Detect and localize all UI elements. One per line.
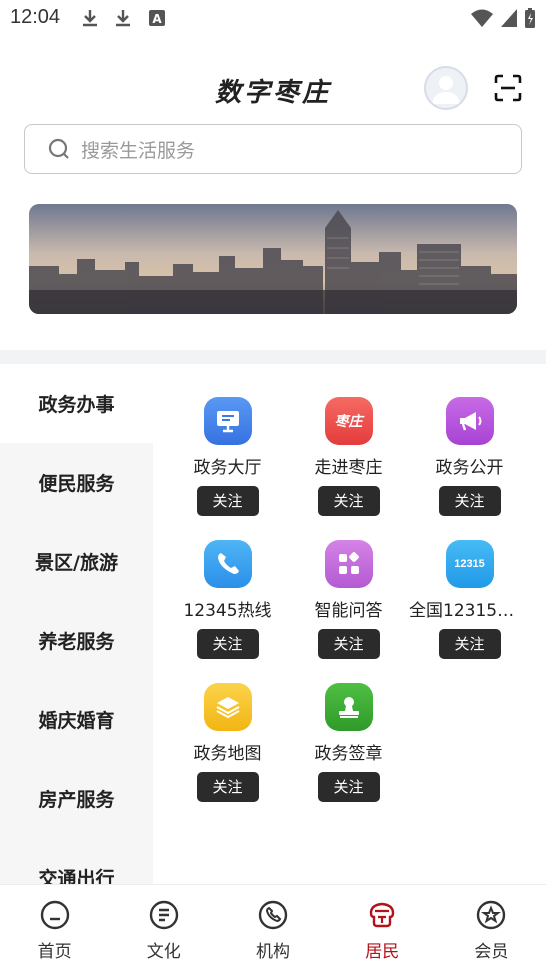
nav-item-resident[interactable]: 居民: [328, 885, 437, 972]
download-icon: [116, 10, 130, 27]
follow-button[interactable]: 关注: [438, 629, 501, 659]
resident-icon: [370, 902, 395, 928]
megaphone-icon: [445, 397, 494, 445]
nav-label: 首页: [37, 942, 72, 962]
zaozhuang-icon: 枣庄: [324, 397, 373, 445]
city-banner[interactable]: [29, 204, 517, 314]
nav-item-institution[interactable]: 机构: [218, 885, 327, 972]
sidebar-item-real-estate[interactable]: 房产服务: [0, 759, 153, 838]
home-icon: [40, 900, 69, 930]
status-time: 12:04: [10, 6, 61, 28]
culture-icon: [149, 900, 178, 930]
service-item[interactable]: 政务签章 关注: [288, 650, 409, 802]
sidebar-item-convenience[interactable]: 便民服务: [0, 443, 153, 522]
city-skyline-image: [29, 204, 517, 314]
sidebar-item-label: 婚庆婚育: [38, 710, 115, 732]
search-placeholder: 搜索生活服务: [81, 139, 196, 162]
sidebar-item-label: 养老服务: [38, 631, 115, 653]
service-item[interactable]: 12345热线 关注: [167, 507, 288, 659]
monitor-icon: [203, 397, 252, 445]
nav-item-home[interactable]: 首页: [0, 885, 109, 972]
battery-icon: [525, 8, 535, 28]
nav-item-member[interactable]: 会员: [437, 885, 546, 972]
service-item[interactable]: 政务地图 关注: [167, 650, 288, 802]
scan-icon[interactable]: [494, 74, 522, 102]
stamp-icon: [324, 683, 373, 731]
layers-icon: [203, 683, 252, 731]
search-icon: [48, 138, 69, 159]
wifi-icon: [471, 9, 493, 27]
service-item[interactable]: 政务大厅 关注: [167, 364, 288, 516]
member-icon: [477, 900, 506, 930]
sidebar-item-gov-affairs[interactable]: 政务办事: [0, 364, 153, 443]
zaozhuang-icon-text: 枣庄: [334, 414, 363, 430]
sidebar-item-transport[interactable]: 交通出行: [0, 838, 153, 884]
avatar[interactable]: [424, 66, 468, 110]
section-divider: [0, 350, 546, 364]
user-avatar-icon: [432, 76, 460, 104]
category-sidebar: 政务办事 便民服务 景区/旅游 养老服务 婚庆婚育 房产服务 交通出行: [0, 364, 153, 884]
sidebar-item-label: 房产服务: [38, 789, 115, 811]
follow-button[interactable]: 关注: [317, 772, 380, 802]
nav-label: 会员: [474, 942, 509, 962]
service-item[interactable]: 智能问答 关注: [288, 507, 409, 659]
service-label: 12345热线: [183, 601, 272, 621]
sidebar-item-label: 交通出行: [38, 868, 115, 884]
service-item[interactable]: 政务公开 关注: [409, 364, 530, 516]
service-label: 政务签章: [314, 744, 383, 764]
service-item[interactable]: 12315 全国12315平... 关注: [409, 507, 530, 659]
12315-icon: 12315: [445, 540, 494, 588]
service-label: 智能问答: [314, 601, 383, 621]
12315-icon-text: 12315: [454, 558, 485, 570]
service-grid: 政务大厅 关注 枣庄 走进枣庄 关注 政务公开 关注 12345热线 关注 智能…: [153, 364, 546, 884]
header: 数字枣庄: [0, 58, 546, 118]
sidebar-item-elderly-care[interactable]: 养老服务: [0, 601, 153, 680]
download-icon: [83, 10, 97, 27]
phone-circle-icon: [258, 900, 288, 930]
nav-label: 文化: [146, 942, 181, 962]
nav-label: 机构: [256, 942, 290, 962]
service-item[interactable]: 枣庄 走进枣庄 关注: [288, 364, 409, 516]
service-label: 政务地图: [193, 744, 262, 764]
signal-icon: [501, 9, 517, 27]
sidebar-item-scenic-travel[interactable]: 景区/旅游: [0, 522, 153, 601]
phone-icon: [203, 540, 252, 588]
bottom-nav: 首页 文化 机构 居民 会员: [0, 884, 546, 972]
sidebar-item-label: 便民服务: [38, 473, 115, 495]
service-label: 政务大厅: [193, 458, 262, 478]
service-label: 走进枣庄: [314, 458, 383, 478]
apps-icon: [324, 540, 373, 588]
follow-button[interactable]: 关注: [196, 772, 259, 802]
sidebar-item-label: 景区/旅游: [35, 552, 118, 574]
service-label: 政务公开: [435, 458, 504, 478]
nav-item-culture[interactable]: 文化: [109, 885, 218, 972]
svg-text:A: A: [152, 12, 162, 26]
service-label: 全国12315平...: [409, 601, 530, 621]
sidebar-item-wedding[interactable]: 婚庆婚育: [0, 680, 153, 759]
a-icon: A: [149, 10, 165, 26]
status-bar: 12:04 A: [0, 0, 546, 38]
nav-label: 居民: [365, 942, 400, 962]
sidebar-item-label: 政务办事: [38, 394, 115, 416]
search-bar[interactable]: 搜索生活服务: [24, 124, 522, 174]
